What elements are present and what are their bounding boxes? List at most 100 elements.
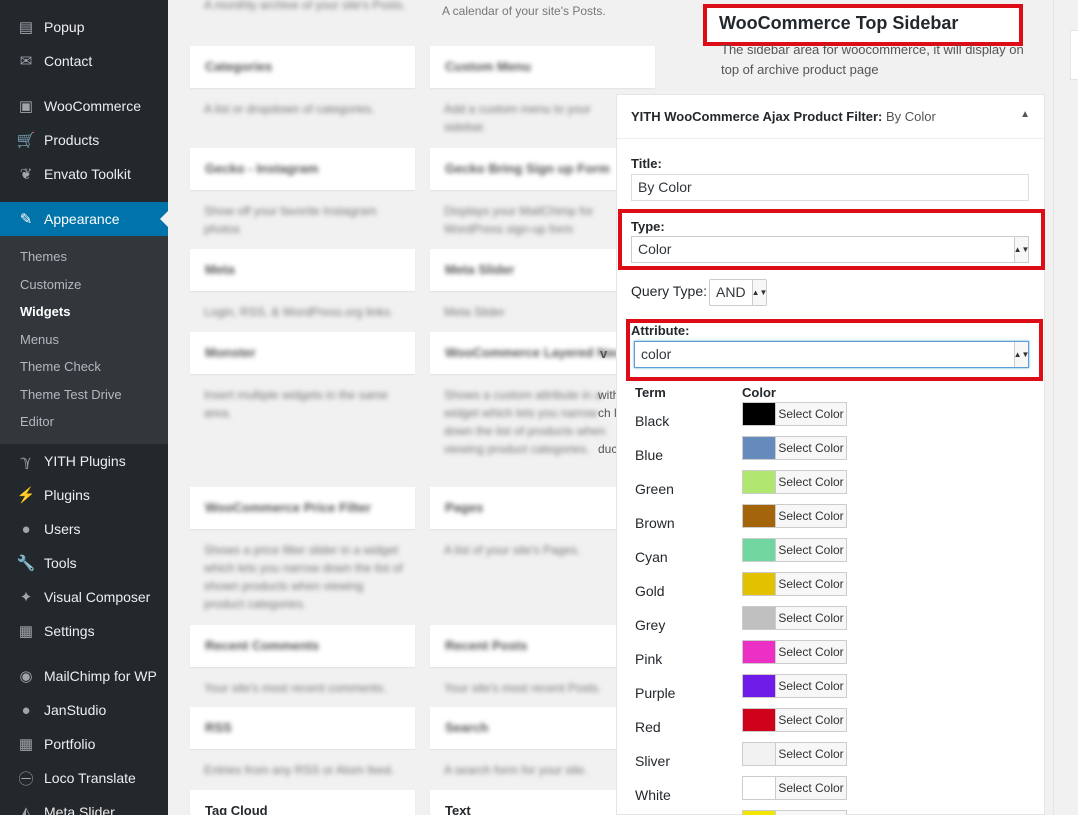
color-swatch[interactable] [742, 776, 776, 800]
sidebar-item-mailchimp-for-wp[interactable]: ◉ MailChimp for WP [0, 659, 168, 693]
sidebar-item-label: Meta Slider [44, 804, 115, 815]
term-row: Blue Select Color [617, 436, 1044, 470]
widget-item-title: Monster [205, 345, 256, 360]
widget-item[interactable]: Recent Comments [190, 625, 415, 667]
color-swatch[interactable] [742, 742, 776, 766]
sidebar-item-label: Portfolio [44, 736, 96, 752]
collapse-arrow-icon[interactable]: ▲ [1020, 109, 1030, 120]
settings-icon: ▦ [18, 623, 34, 640]
color-swatch[interactable] [742, 606, 776, 630]
mail-icon: ✉ [19, 53, 33, 70]
select-color-button[interactable]: Select Color [775, 402, 847, 426]
widget-item-title: Gecko - Instagram [205, 161, 319, 176]
widget-item-description: Show off your favorite Instagram photos [204, 204, 377, 236]
mailchimp-icon: ◉ [19, 668, 33, 685]
submenu-item-themes[interactable]: Themes [20, 249, 67, 269]
term-name: Cyan [635, 549, 668, 565]
widget-item[interactable]: Tag Cloud [190, 790, 415, 815]
select-color-button[interactable]: Select Color [775, 538, 847, 562]
sidebar-item-users[interactable]: ● Users [0, 512, 168, 546]
widget-item[interactable]: Categories [190, 46, 415, 88]
sidebar-item-visual-composer[interactable]: ✦ Visual Composer [0, 580, 168, 614]
color-swatch[interactable] [742, 538, 776, 562]
submenu-item-widgets[interactable]: Widgets [20, 304, 70, 324]
sidebar-item-label: WooCommerce [44, 98, 141, 114]
widget-item-title: WooCommerce Price Filter [205, 500, 371, 515]
sidebar-item-loco-translate[interactable]: ㊀ Loco Translate [0, 761, 168, 795]
query-type-label: Query Type: [631, 283, 708, 299]
select-color-button[interactable]: Select Color [775, 436, 847, 460]
term-name: Red [635, 719, 661, 735]
select-color-button[interactable]: Select Color [775, 606, 847, 630]
right-edge-panel [1053, 0, 1078, 815]
term-row: Sliver Select Color [617, 742, 1044, 776]
submenu-item-theme-test-drive[interactable]: Theme Test Drive [20, 387, 122, 407]
available-widgets: A monthly archive of your site's Posts. A… [168, 0, 655, 815]
sidebar-item-tools[interactable]: 🔧 Tools [0, 546, 168, 580]
select-color-button[interactable]: Select Color [775, 810, 847, 815]
submenu-item-customize[interactable]: Customize [20, 277, 81, 297]
widget-item-title: Pages [445, 500, 484, 515]
select-color-button[interactable]: Select Color [775, 742, 847, 766]
widget-item-description: Entries from any RSS or Atom feed. [204, 763, 395, 777]
sidebar-item-woocommerce[interactable]: ▣ WooCommerce [0, 89, 168, 123]
widget-item[interactable]: Custom Menu [430, 46, 655, 88]
sidebar-item-label: Products [44, 132, 100, 148]
select-color-button[interactable]: Select Color [775, 776, 847, 800]
sidebar-item-plugins[interactable]: ⚡ Plugins [0, 478, 168, 512]
widget-item[interactable]: Monster [190, 332, 415, 374]
submenu-item-menus[interactable]: Menus [20, 332, 59, 352]
sidebar-item-meta-slider[interactable]: ◭ Meta Slider [0, 795, 168, 815]
widget-item[interactable]: WooCommerce Price Filter [190, 487, 415, 529]
color-swatch[interactable] [742, 470, 776, 494]
select-color-button[interactable]: Select Color [775, 572, 847, 596]
color-swatch[interactable] [742, 572, 776, 596]
color-swatch[interactable] [742, 708, 776, 732]
widget-item-description: Displays your MailChimp for WordPress si… [444, 204, 594, 236]
widget-item-title: Text [445, 803, 471, 815]
sidebar-item-yith-plugins[interactable]: ℽ YITH Plugins [0, 444, 168, 478]
portfolio-icon: ▦ [18, 736, 34, 753]
slider-icon: ◭ [20, 804, 32, 815]
color-swatch[interactable] [742, 436, 776, 460]
title-input[interactable]: By Color [631, 174, 1029, 201]
select-color-button[interactable]: Select Color [775, 640, 847, 664]
sidebar-item-janstudio[interactable]: ● JanStudio [0, 693, 168, 727]
sidebar-item-envato-toolkit[interactable]: ❦ Envato Toolkit [0, 157, 168, 191]
widget-item[interactable]: Meta [190, 249, 415, 291]
color-swatch[interactable] [742, 504, 776, 528]
widget-item-description: Your site's most recent Posts. [444, 681, 602, 695]
cut-off-text-fragment: ch l [598, 406, 617, 420]
widget-item-title: Meta Slider [445, 262, 515, 277]
sidebar-title: WooCommerce Top Sidebar [719, 13, 959, 33]
sidebar-item-contact[interactable]: ✉ Contact [0, 44, 168, 78]
submenu-item-editor[interactable]: Editor [20, 414, 54, 434]
select-color-button[interactable]: Select Color [775, 674, 847, 698]
color-swatch[interactable] [742, 640, 776, 664]
widget-item[interactable]: Gecko - Instagram [190, 148, 415, 190]
select-color-button[interactable]: Select Color [775, 504, 847, 528]
widget-item-title: Gecko Bring Sign up Form [445, 161, 610, 176]
color-swatch[interactable] [742, 402, 776, 426]
sidebar-description: The sidebar area for woocommerce, it wil… [721, 42, 1024, 77]
widget-item[interactable]: RSS [190, 707, 415, 749]
query-type-select[interactable]: AND ▲▼ [709, 279, 767, 306]
sidebar-item-products[interactable]: 🛒 Products [0, 123, 168, 157]
sidebar-item-settings[interactable]: ▦ Settings [0, 614, 168, 648]
color-swatch[interactable] [742, 674, 776, 698]
sidebar-item-appearance[interactable]: ✎ Appearance [0, 202, 168, 236]
edge-card [1070, 30, 1078, 80]
sidebar-item-popup[interactable]: ▤ Popup [0, 10, 168, 44]
color-swatch[interactable] [742, 810, 776, 815]
term-row: White Select Color [617, 776, 1044, 810]
widget-item-title: Categories [205, 59, 273, 74]
widget-header[interactable]: YITH WooCommerce Ajax Product Filter: By… [617, 95, 1044, 139]
submenu-item-theme-check[interactable]: Theme Check [20, 359, 101, 379]
term-row: Purple Select Color [617, 674, 1044, 708]
widget-description: A calendar of your site's Posts. [442, 4, 606, 18]
cut-off-text-fragment: duc [598, 442, 618, 456]
term-name: White [635, 787, 671, 803]
sidebar-item-portfolio[interactable]: ▦ Portfolio [0, 727, 168, 761]
select-color-button[interactable]: Select Color [775, 708, 847, 732]
select-color-button[interactable]: Select Color [775, 470, 847, 494]
